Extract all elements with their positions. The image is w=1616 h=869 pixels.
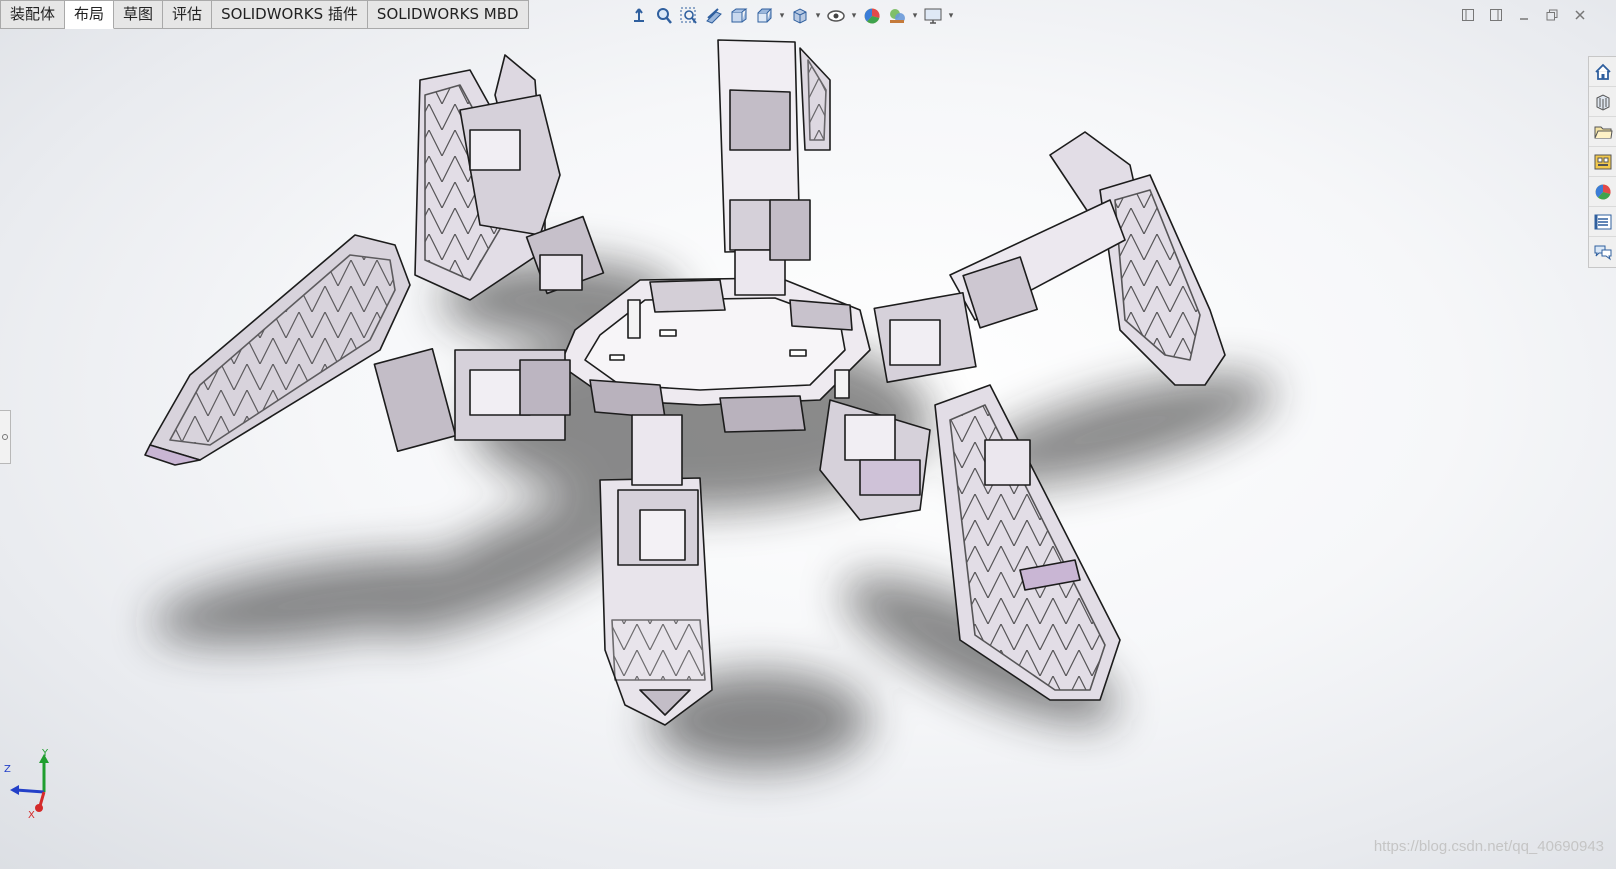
document-window-controls [1458,6,1590,24]
view-orientation-dropdown[interactable]: ▾ [778,11,786,21]
zoom-to-area-icon[interactable] [653,5,675,27]
view-orientation-icon[interactable] [753,5,775,27]
hide-show-dropdown[interactable]: ▾ [850,11,858,21]
display-style-icon[interactable] [789,5,811,27]
featuremanager-expand-handle[interactable] [0,410,11,464]
minimize-icon[interactable] [1514,6,1534,24]
command-manager-tabs: 装配体 布局 草图 评估 SOLIDWORKS 插件 SOLIDWORKS MB… [0,0,529,29]
view-palette-icon[interactable] [1589,147,1616,177]
previous-view-icon[interactable] [678,5,700,27]
triad-x-label: X [28,810,35,821]
edit-appearance-icon[interactable] [861,5,883,27]
home-icon[interactable] [1589,57,1616,87]
tab-assembly[interactable]: 装配体 [0,0,66,29]
view-settings-icon[interactable] [922,5,944,27]
close-icon[interactable] [1570,6,1590,24]
task-pane [1588,56,1616,268]
section-view-icon[interactable] [703,5,725,27]
tab-solidworks-mbd[interactable]: SOLIDWORKS MBD [367,0,529,29]
display-style-dropdown[interactable]: ▾ [814,11,822,21]
dynamic-annotation-icon[interactable] [728,5,750,27]
appearances-icon[interactable] [1589,177,1616,207]
restore-icon[interactable] [1542,6,1562,24]
watermark: https://blog.csdn.net/qq_40690943 [1373,838,1604,855]
hexapod-assembly-model[interactable] [0,0,1616,869]
zoom-to-fit-icon[interactable] [628,5,650,27]
tile-right-icon[interactable] [1486,6,1506,24]
apply-scene-dropdown[interactable]: ▾ [911,11,919,21]
forum-icon[interactable] [1589,237,1616,266]
view-triad: Y Z X [4,748,60,822]
triad-z-label: Z [4,764,11,775]
tile-left-icon[interactable] [1458,6,1478,24]
triad-y-label: Y [42,748,49,759]
file-explorer-icon[interactable] [1589,117,1616,147]
tab-evaluate[interactable]: 评估 [163,0,213,29]
tab-layout[interactable]: 布局 [65,0,115,29]
view-settings-dropdown[interactable]: ▾ [947,11,955,21]
tab-solidworks-addins[interactable]: SOLIDWORKS 插件 [212,0,368,29]
design-library-icon[interactable] [1589,87,1616,117]
apply-scene-icon[interactable] [886,5,908,27]
hide-show-items-icon[interactable] [825,5,847,27]
heads-up-view-toolbar: ▾ ▾ ▾ ▾ ▾ [628,3,955,29]
tab-sketch[interactable]: 草图 [114,0,164,29]
graphics-area[interactable]: 装配体 布局 草图 评估 SOLIDWORKS 插件 SOLIDWORKS MB… [0,0,1616,869]
custom-properties-icon[interactable] [1589,207,1616,237]
